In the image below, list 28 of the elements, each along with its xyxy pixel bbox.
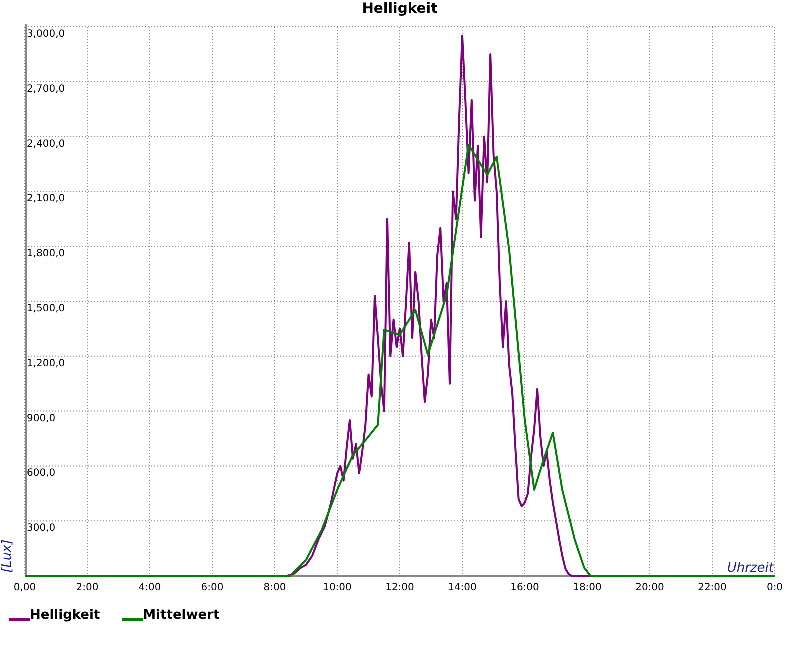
axis-tick-label: 2,400,0 bbox=[27, 138, 66, 150]
axis-title: Uhrzeit bbox=[727, 561, 774, 576]
axis-title: [Lux] bbox=[0, 540, 15, 573]
axis-tick-label: 2:00 bbox=[76, 582, 99, 594]
axis-tick-label: 16:00 bbox=[510, 582, 540, 594]
axis-tick-label: 1,800,0 bbox=[27, 248, 66, 260]
axis-tick-label: 1,500,0 bbox=[27, 304, 66, 314]
axis-tick-label: 14:00 bbox=[448, 582, 477, 594]
axis-tick-label: 600,0 bbox=[27, 468, 56, 480]
axis-tick-label: 4:00 bbox=[138, 582, 162, 594]
axis-tick-label: 8:00 bbox=[264, 582, 286, 594]
axis-tick-label: 300,0 bbox=[27, 523, 56, 534]
axis-tick-label: 20:00 bbox=[636, 582, 664, 594]
axis-tick-label: 3,000,0 bbox=[27, 29, 66, 40]
axis-tick-label: 22:00 bbox=[698, 582, 727, 594]
axis-tick-label: 900,0 bbox=[27, 413, 56, 424]
axis-tick-label: 12:00 bbox=[386, 582, 414, 594]
chart-title: Helligkeit bbox=[362, 1, 438, 17]
axis-tick-label: 0,00 bbox=[14, 582, 36, 594]
axis-tick-label: 10:00 bbox=[323, 582, 352, 594]
axis-tick-label: 18:00 bbox=[573, 582, 602, 594]
axis-tick-label: 1,200,0 bbox=[27, 358, 66, 370]
axis-tick-label: 6:00 bbox=[201, 582, 224, 594]
axis-tick-label: 2,700,0 bbox=[27, 84, 66, 95]
axis-tick-label: 0:0 bbox=[766, 582, 784, 594]
axis-tick-label: 2,100,0 bbox=[27, 194, 66, 205]
legend-label: Mittelwert bbox=[143, 608, 220, 623]
legend-label: Helligkeit bbox=[30, 608, 100, 623]
